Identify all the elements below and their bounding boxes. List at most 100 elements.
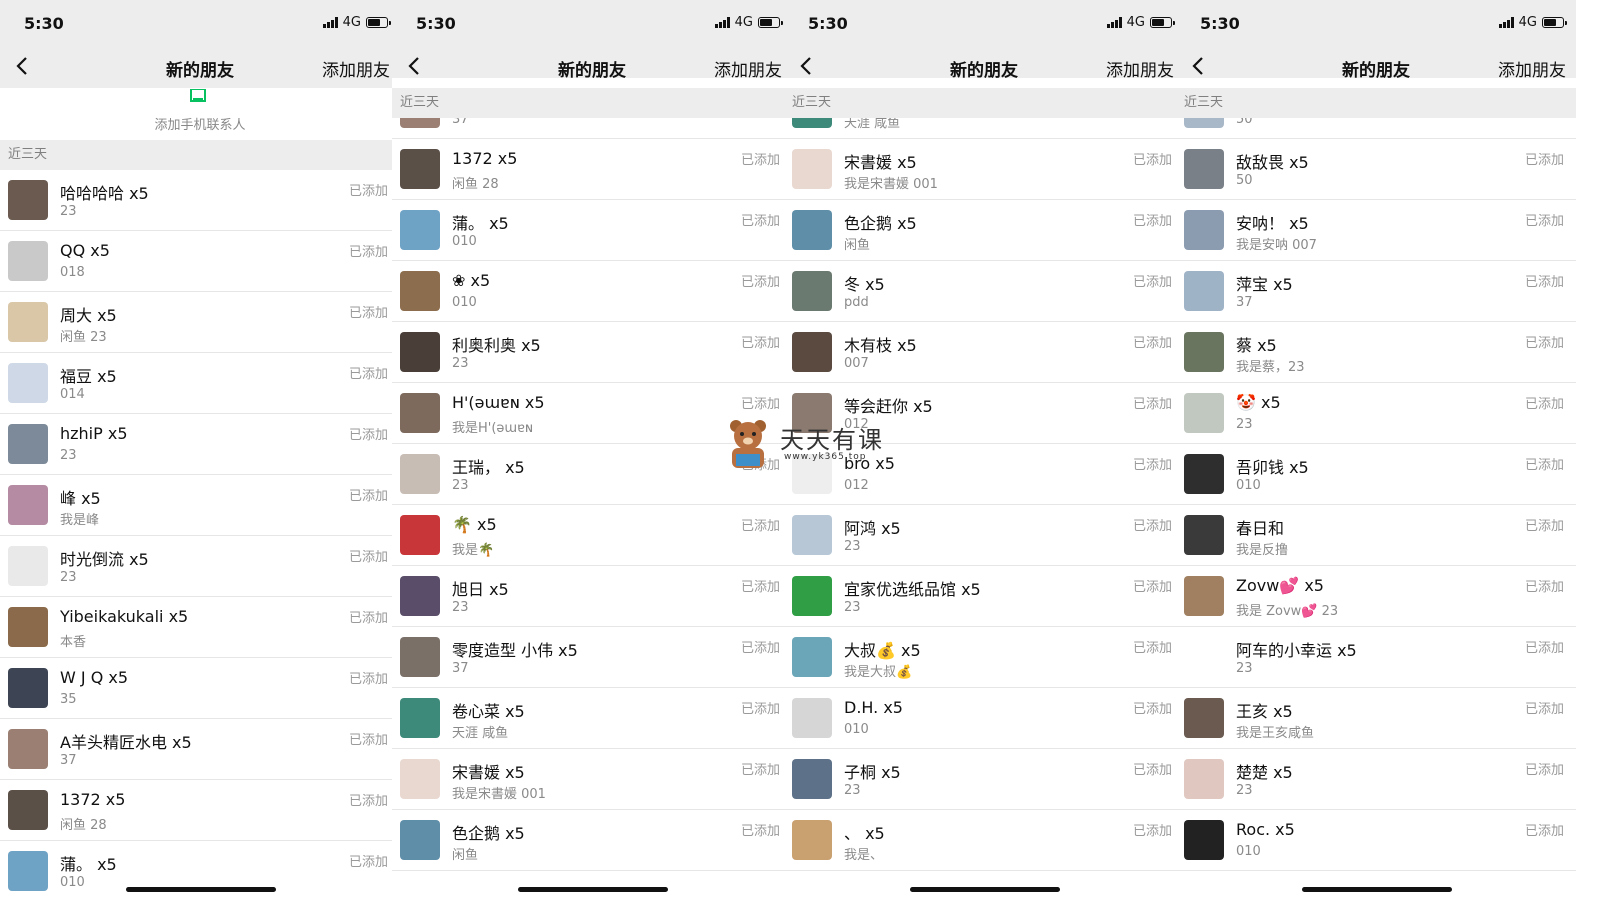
added-status: 已添加 (348, 184, 388, 199)
contact-name: 春日和 (1236, 519, 1285, 538)
add-friend-button[interactable]: 添加朋友 (322, 56, 390, 81)
contact-row[interactable]: 吾卯钱 x5 010 已添加 (1176, 444, 1576, 505)
contact-row[interactable]: 王亥 x5 我是王亥咸鱼 已添加 (1176, 688, 1576, 749)
phone-panel: 5:304G新的朋友添加朋友A羊头精匠水电 x5371372 x5闲鱼 28已添… (392, 0, 792, 900)
contact-name: A羊头精匠水电 x5 (60, 733, 192, 752)
avatar (1184, 820, 1224, 860)
contact-row[interactable]: 王瑞， x5 23 已添加 (392, 444, 792, 505)
signal-icon (714, 17, 730, 28)
avatar (792, 454, 832, 494)
add-phone-contacts[interactable]: 添加手机联系人 (0, 88, 400, 140)
contact-row[interactable]: QQ x5 018 已添加 (0, 231, 400, 292)
avatar (1184, 149, 1224, 189)
contact-row[interactable]: 利奥利奥 x5 23 已添加 (392, 322, 792, 383)
contact-row[interactable]: 卷心菜 x5 天涯 咸鱼 已添加 (392, 688, 792, 749)
added-status: 已添加 (1524, 397, 1564, 412)
contact-row[interactable]: 1372 x5 闲鱼 28 已添加 (392, 139, 792, 200)
contact-row[interactable]: Yibeikakukali x5 本香 已添加 (0, 597, 400, 658)
contact-row[interactable]: 宋書媛 x5 我是宋書媛 001 已添加 (784, 139, 1184, 200)
added-status: 已添加 (740, 397, 780, 412)
contact-row[interactable]: 敌敌畏 x5 50 已添加 (1176, 139, 1576, 200)
contact-row[interactable]: Roc. x5 010 已添加 (1176, 810, 1576, 871)
contact-row[interactable]: hzhiP x5 23 已添加 (0, 414, 400, 475)
avatar (1184, 576, 1224, 616)
contact-name: bro x5 (844, 454, 895, 473)
avatar (1184, 393, 1224, 433)
contact-list: 哈哈哈哈 x5 23 已添加 QQ x5 018 已添加 周大 x5 闲鱼 23 已添加 福豆 x… (0, 170, 400, 900)
contact-row[interactable]: 、 x5 我是、 已添加 (784, 810, 1184, 871)
added-status: 已添加 (740, 702, 780, 717)
contact-subtitle: 闲鱼 23 (60, 330, 107, 345)
contact-row[interactable]: 🌴 x5 我是🌴 已添加 (392, 505, 792, 566)
contact-row[interactable]: A羊头精匠水电 x5 37 已添加 (0, 719, 400, 780)
section-header: 近三天 (1176, 88, 1576, 118)
contact-row[interactable]: 色企鹅 x5 闲鱼 已添加 (392, 810, 792, 871)
contact-row[interactable]: 冬 x5 pdd 已添加 (784, 261, 1184, 322)
contact-name: 大叔💰 x5 (844, 641, 921, 660)
contact-row[interactable]: 阿车的小幸运 x5 23 已添加 (1176, 627, 1576, 688)
contact-row[interactable]: 大叔💰 x5 我是大叔💰 已添加 (784, 627, 1184, 688)
avatar (792, 515, 832, 555)
contact-row[interactable]: 宋書媛 x5 我是宋書媛 001 已添加 (392, 749, 792, 810)
added-status: 已添加 (1132, 702, 1172, 717)
contact-row[interactable]: 子桐 x5 23 已添加 (784, 749, 1184, 810)
status-time: 5:30 (808, 14, 848, 33)
contact-row[interactable]: 楚楚 x5 23 已添加 (1176, 749, 1576, 810)
contact-subtitle: 23 (60, 570, 77, 585)
avatar (792, 332, 832, 372)
contact-subtitle: 我是反撸 (1236, 543, 1289, 558)
phone-panel: 5:30 4G 新的朋友 添加朋友 添加手机联系人 近三天 哈哈哈哈 x5 23 已添加 QQ x… (0, 0, 400, 900)
contact-row[interactable]: 色企鹅 x5 闲鱼 已添加 (784, 200, 1184, 261)
added-status: 已添加 (348, 306, 388, 321)
contact-subtitle: 23 (1236, 661, 1253, 676)
contact-subtitle: 010 (452, 234, 477, 249)
contact-row[interactable]: 春日和 我是反撸 已添加 (1176, 505, 1576, 566)
contact-row[interactable]: Zovw💕 x5 我是 Zovw💕 23 已添加 (1176, 566, 1576, 627)
status-right: 4G (714, 15, 783, 30)
added-status: 已添加 (348, 733, 388, 748)
contact-row[interactable]: 哈哈哈哈 x5 23 已添加 (0, 170, 400, 231)
contact-subtitle: pdd (844, 295, 869, 310)
contact-subtitle: 天涯 咸鱼 (452, 726, 509, 741)
contact-row[interactable]: 福豆 x5 014 已添加 (0, 353, 400, 414)
contact-name: 敌敌畏 x5 (1236, 153, 1309, 172)
contact-row[interactable]: 峰 x5 我是峰 已添加 (0, 475, 400, 536)
contact-row[interactable]: 🤡 x5 23 已添加 (1176, 383, 1576, 444)
contact-subtitle: 012 (844, 478, 869, 493)
contact-name: 🤡 x5 (1236, 393, 1281, 412)
contact-row[interactable]: 萍宝 x5 37 已添加 (1176, 261, 1576, 322)
contact-row[interactable]: 木有枝 x5 007 已添加 (784, 322, 1184, 383)
contact-row[interactable]: 旭日 x5 23 已添加 (392, 566, 792, 627)
contact-row[interactable]: 时光倒流 x5 23 已添加 (0, 536, 400, 597)
contact-list: 天涯 咸鱼 宋書媛 x5 我是宋書媛 001 已添加 色企鹅 x5 闲鱼 已添加冬 x5 pd… (784, 78, 1184, 871)
avatar (1184, 332, 1224, 372)
contact-name: 王瑞， x5 (452, 458, 525, 477)
contact-row[interactable]: D.H. x5 010 已添加 (784, 688, 1184, 749)
avatar (792, 149, 832, 189)
contact-row[interactable]: 蒲。 x5 010 已添加 (392, 200, 792, 261)
contact-name: QQ x5 (60, 241, 110, 260)
added-status: 已添加 (1132, 458, 1172, 473)
contact-row[interactable]: 周大 x5 闲鱼 23 已添加 (0, 292, 400, 353)
contact-subtitle: 23 (844, 539, 861, 554)
added-status: 已添加 (1524, 336, 1564, 351)
contact-row[interactable]: 宜家优选纸品馆 x5 23 已添加 (784, 566, 1184, 627)
contact-name: 福豆 x5 (60, 367, 117, 386)
contact-row[interactable]: H'(ǝɯɐɴ x5 我是H'(ǝɯɐɴ 已添加 (392, 383, 792, 444)
added-status: 已添加 (348, 367, 388, 382)
contact-row[interactable]: 蔡 x5 我是蔡，23 已添加 (1176, 322, 1576, 383)
added-status: 已添加 (1524, 580, 1564, 595)
contact-row[interactable]: W J Q x5 35 已添加 (0, 658, 400, 719)
contact-row[interactable]: 零度造型 小伟 x5 37 已添加 (392, 627, 792, 688)
contact-row[interactable]: 1372 x5 闲鱼 28 已添加 (0, 780, 400, 841)
avatar (1184, 271, 1224, 311)
added-status: 已添加 (740, 153, 780, 168)
contact-subtitle: 010 (60, 875, 85, 890)
contact-row[interactable]: bro x5 012 已添加 (784, 444, 1184, 505)
contact-row[interactable]: 等会赶你 x5 012 已添加 (784, 383, 1184, 444)
contact-row[interactable]: 安呐！ x5 我是安呐 007 已添加 (1176, 200, 1576, 261)
avatar (792, 698, 832, 738)
added-status: 已添加 (1132, 336, 1172, 351)
contact-row[interactable]: ❀ x5 010 已添加 (392, 261, 792, 322)
contact-row[interactable]: 阿鸿 x5 23 已添加 (784, 505, 1184, 566)
